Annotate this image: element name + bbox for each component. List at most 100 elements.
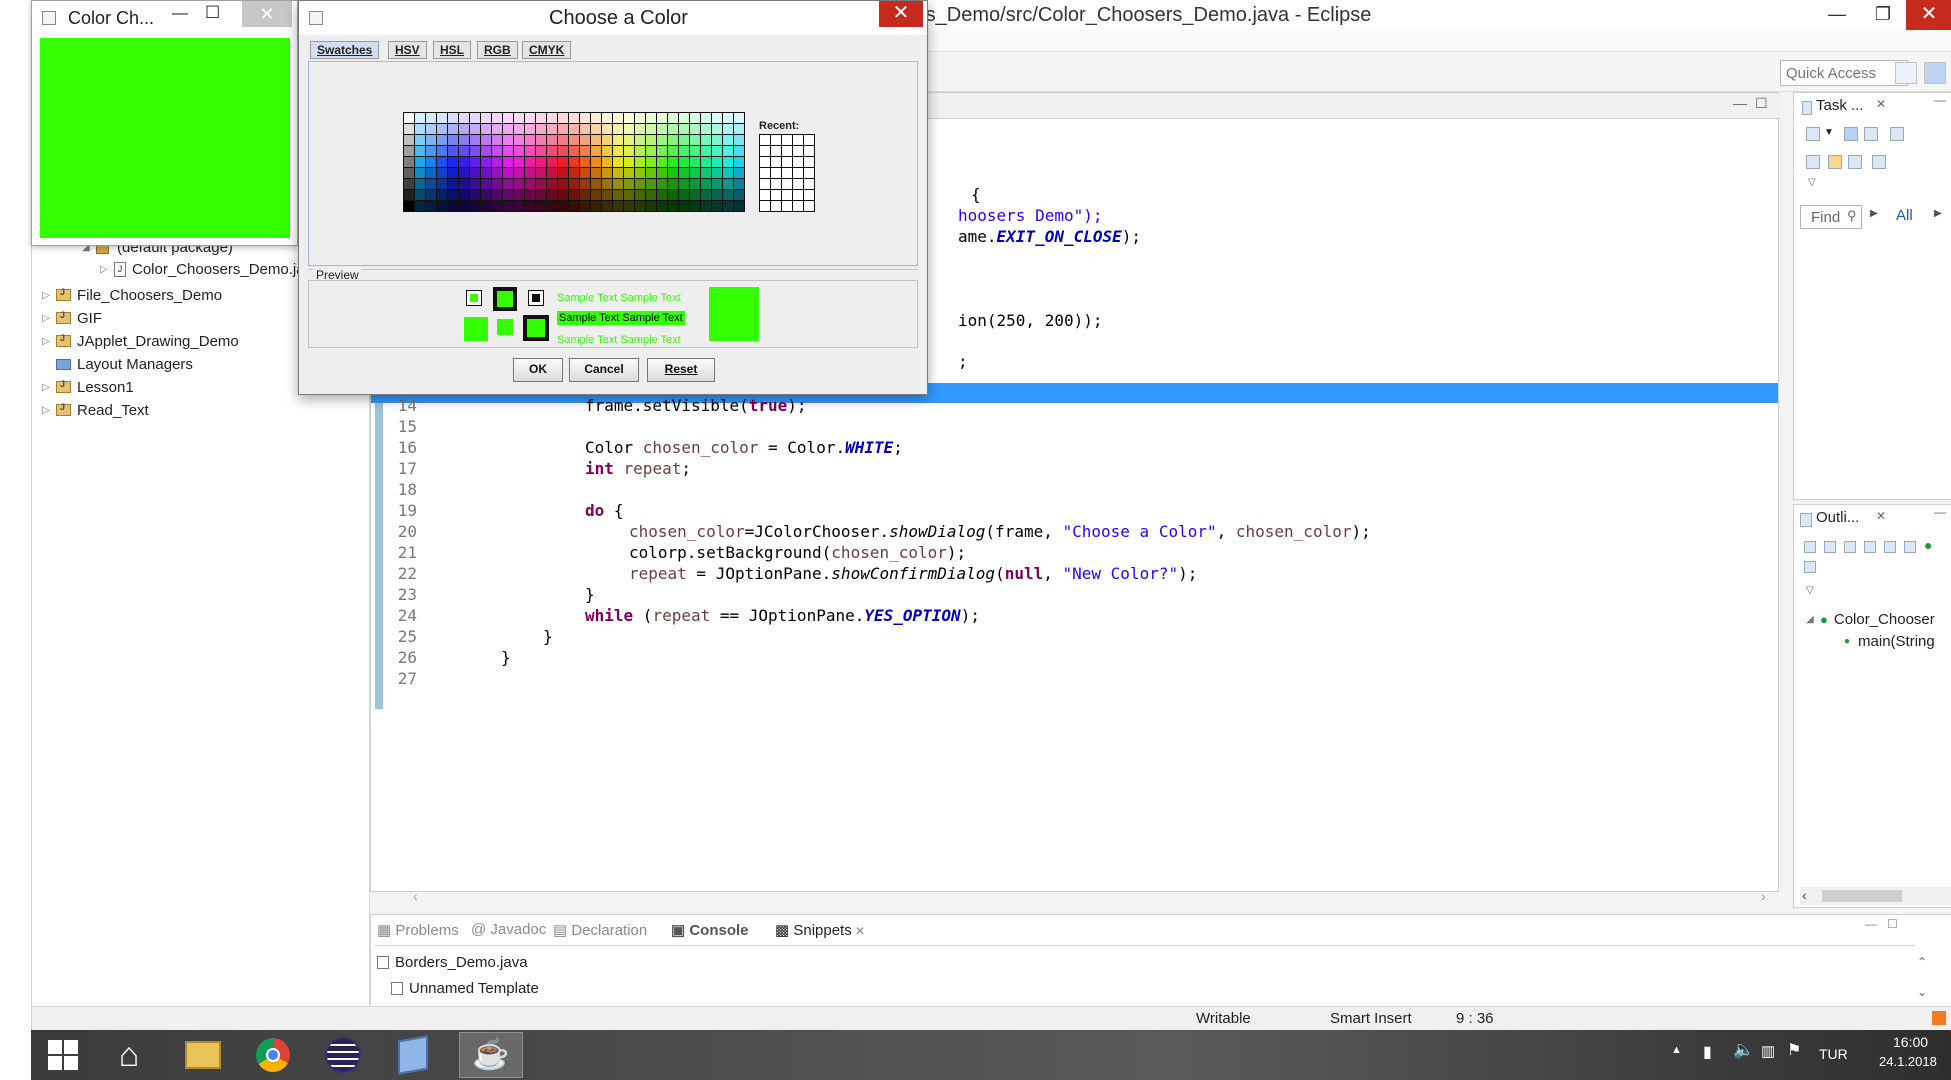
tab-task-list[interactable]: Task ... <box>1816 97 1864 114</box>
color-swatch[interactable] <box>525 135 535 145</box>
color-swatch[interactable] <box>701 179 711 189</box>
color-swatch[interactable] <box>404 190 414 200</box>
color-swatch[interactable] <box>448 146 458 156</box>
color-swatch[interactable] <box>415 168 425 178</box>
color-swatch[interactable] <box>723 146 733 156</box>
recent-swatch[interactable] <box>771 201 781 211</box>
outline-horizontal-scrollbar[interactable]: ‹ › <box>1800 887 1951 905</box>
color-swatch[interactable] <box>635 146 645 156</box>
color-swatch[interactable] <box>723 179 733 189</box>
color-swatch[interactable] <box>580 179 590 189</box>
color-swatch[interactable] <box>547 146 557 156</box>
color-swatch[interactable] <box>679 168 689 178</box>
color-swatch[interactable] <box>646 179 656 189</box>
color-swatch[interactable] <box>668 135 678 145</box>
collapse-arrow-icon[interactable]: ▷ <box>42 290 56 301</box>
collapse-icon[interactable] <box>1804 541 1816 553</box>
color-swatch[interactable] <box>690 201 700 211</box>
color-swatch[interactable] <box>679 157 689 167</box>
color-swatch[interactable] <box>723 168 733 178</box>
color-swatch[interactable] <box>426 124 436 134</box>
color-swatch[interactable] <box>624 179 634 189</box>
color-swatch[interactable] <box>657 113 667 123</box>
color-swatch[interactable] <box>668 124 678 134</box>
color-swatch[interactable] <box>404 179 414 189</box>
color-swatch[interactable] <box>503 168 513 178</box>
color-swatch[interactable] <box>558 157 568 167</box>
color-swatch[interactable] <box>558 124 568 134</box>
link-editor-icon[interactable] <box>1824 541 1836 553</box>
color-swatch[interactable] <box>470 190 480 200</box>
color-swatch[interactable] <box>558 168 568 178</box>
recent-swatch[interactable] <box>793 146 803 156</box>
color-swatch[interactable] <box>503 190 513 200</box>
recent-swatch[interactable] <box>804 201 814 211</box>
recent-swatch[interactable] <box>771 135 781 145</box>
scroll-left-icon[interactable]: ‹ <box>1802 887 1807 903</box>
color-swatch[interactable] <box>580 146 590 156</box>
color-swatch[interactable] <box>514 157 524 167</box>
color-swatch[interactable] <box>646 157 656 167</box>
battery-icon[interactable]: ▮ <box>1703 1042 1712 1062</box>
color-swatch[interactable] <box>646 124 656 134</box>
color-swatch[interactable] <box>569 157 579 167</box>
recent-swatch[interactable] <box>782 146 792 156</box>
color-swatch[interactable] <box>536 157 546 167</box>
editor-horizontal-scrollbar[interactable]: ‹ › <box>407 888 1777 906</box>
color-swatch[interactable] <box>701 113 711 123</box>
scroll-right-icon[interactable]: › <box>1761 888 1766 904</box>
color-swatch[interactable] <box>635 168 645 178</box>
recent-swatch[interactable] <box>771 146 781 156</box>
color-swatch[interactable] <box>503 179 513 189</box>
volume-icon[interactable]: 🔈 <box>1733 1040 1754 1060</box>
java-perspective-icon[interactable] <box>1924 62 1946 84</box>
tab-swatches[interactable]: Swatches <box>310 41 380 59</box>
clock-time[interactable]: 16:00 <box>1893 1034 1928 1050</box>
color-swatch[interactable] <box>459 113 469 123</box>
public-member-icon[interactable]: ● <box>1924 537 1932 553</box>
color-swatch[interactable] <box>470 168 480 178</box>
color-swatch[interactable] <box>591 135 601 145</box>
color-swatch[interactable] <box>459 157 469 167</box>
color-swatch[interactable] <box>668 168 678 178</box>
color-swatch[interactable] <box>734 113 744 123</box>
color-swatch[interactable] <box>481 179 491 189</box>
color-swatch[interactable] <box>679 113 689 123</box>
color-swatch[interactable] <box>690 168 700 178</box>
color-swatch[interactable] <box>547 179 557 189</box>
color-swatch[interactable] <box>426 168 436 178</box>
color-swatch[interactable] <box>657 146 667 156</box>
ok-button[interactable]: OK <box>513 358 563 382</box>
open-perspective-icon[interactable] <box>1895 62 1917 84</box>
color-swatch[interactable] <box>635 190 645 200</box>
color-swatch[interactable] <box>470 157 480 167</box>
color-swatch[interactable] <box>690 135 700 145</box>
color-swatch[interactable] <box>503 124 513 134</box>
color-swatch[interactable] <box>701 201 711 211</box>
color-swatch[interactable] <box>723 190 733 200</box>
tree-item-project[interactable]: ▷ File_Choosers_Demo <box>42 284 222 306</box>
color-swatch[interactable] <box>492 124 502 134</box>
color-swatch[interactable] <box>591 201 601 211</box>
cancel-button[interactable]: Cancel <box>569 358 639 382</box>
color-swatch[interactable] <box>492 135 502 145</box>
recent-swatch[interactable] <box>804 135 814 145</box>
recent-swatch[interactable] <box>771 157 781 167</box>
color-swatch[interactable] <box>525 157 535 167</box>
color-swatch[interactable] <box>734 135 744 145</box>
color-swatch[interactable] <box>679 135 689 145</box>
color-swatch[interactable] <box>558 146 568 156</box>
tab-console[interactable]: ▣ Console <box>671 921 749 939</box>
color-swatch[interactable] <box>723 201 733 211</box>
maximize-button[interactable]: ❐ <box>1860 0 1906 30</box>
color-swatch[interactable] <box>602 179 612 189</box>
tree-item-folder[interactable]: Layout Managers <box>56 353 193 375</box>
color-swatch[interactable] <box>734 157 744 167</box>
recent-swatch[interactable] <box>793 135 803 145</box>
color-swatch[interactable] <box>481 135 491 145</box>
color-swatch[interactable] <box>481 190 491 200</box>
color-swatch[interactable] <box>712 201 722 211</box>
color-swatch[interactable] <box>635 201 645 211</box>
close-icon[interactable]: ✕ <box>852 924 865 938</box>
color-swatch[interactable] <box>701 124 711 134</box>
